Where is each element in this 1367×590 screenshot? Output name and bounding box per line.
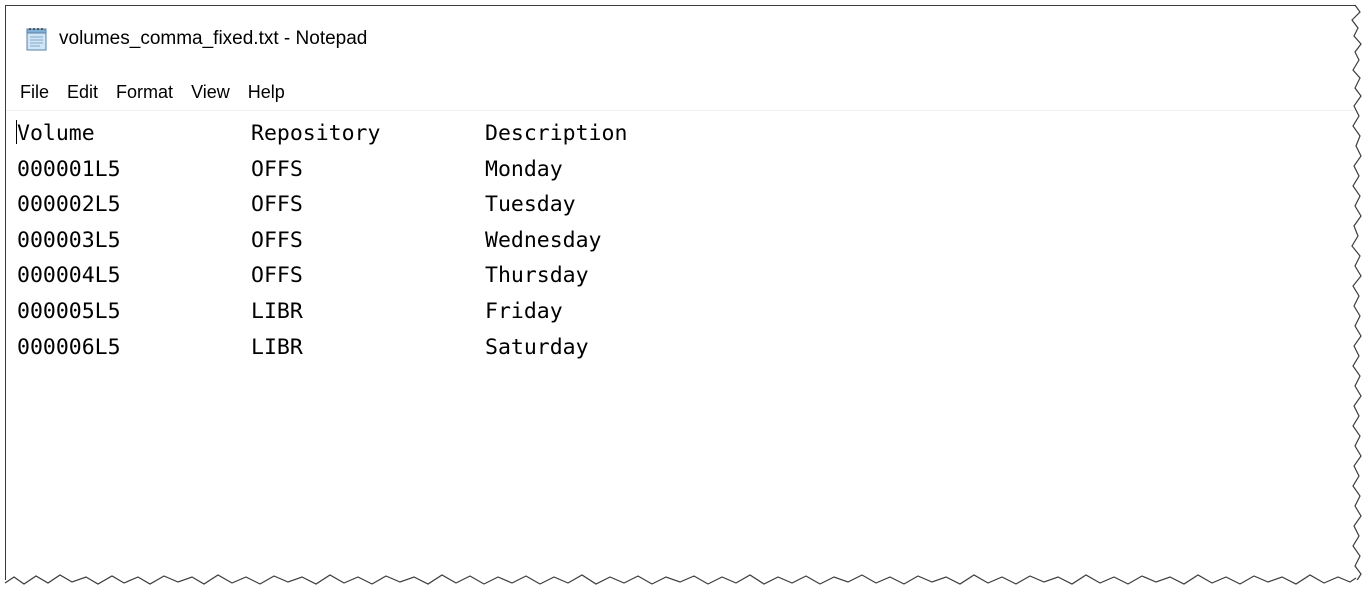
row-repository: OFFS [251,263,303,289]
row-description: Friday [485,299,563,324]
menu-help[interactable]: Help [239,76,294,108]
row-repository: OFFS [251,227,303,253]
text-line: 000006L5 LIBR Saturday [17,330,589,366]
header-volume: Volume [17,121,95,146]
menu-divider [6,110,1359,111]
row-description: Wednesday [485,227,602,253]
row-repository: OFFS [251,192,303,218]
text-line: 000003L5 OFFS Wednesday [17,223,602,259]
header-repository: Repository [251,121,381,146]
title-bar[interactable]: volumes_comma_fixed.txt - Notepad [6,6,1359,72]
row-description: Saturday [485,334,589,360]
row-repository: LIBR [251,299,303,324]
notepad-icon [25,26,49,52]
row-volume: 000004L5 [17,263,121,289]
row-volume: 000001L5 [17,156,121,182]
row-description: Tuesday [485,192,576,218]
row-description: Monday [485,156,563,182]
text-editor[interactable]: Volume Repository Description 000001L5 O… [6,112,1359,583]
row-volume: 000003L5 [17,227,121,253]
menu-format[interactable]: Format [107,76,182,108]
row-description: Thursday [485,263,589,289]
row-repository: LIBR [251,334,303,360]
menu-view[interactable]: View [182,76,239,108]
text-line-header: Volume Repository Description [17,116,627,152]
text-line: 000005L5 LIBR Friday [17,294,563,330]
text-line: 000002L5 OFFS Tuesday [17,187,576,223]
menu-file[interactable]: File [6,76,58,108]
row-repository: OFFS [251,156,303,182]
header-description: Description [485,121,628,146]
row-volume: 000005L5 [17,299,121,324]
text-line: 000004L5 OFFS Thursday [17,258,589,294]
text-line: 000001L5 OFFS Monday [17,152,563,188]
menu-bar: File Edit Format View Help [6,76,294,108]
notepad-window: volumes_comma_fixed.txt - Notepad File E… [5,5,1359,583]
menu-edit[interactable]: Edit [58,76,107,108]
row-volume: 000006L5 [17,334,121,360]
row-volume: 000002L5 [17,192,121,218]
window-title: volumes_comma_fixed.txt - Notepad [59,28,368,49]
